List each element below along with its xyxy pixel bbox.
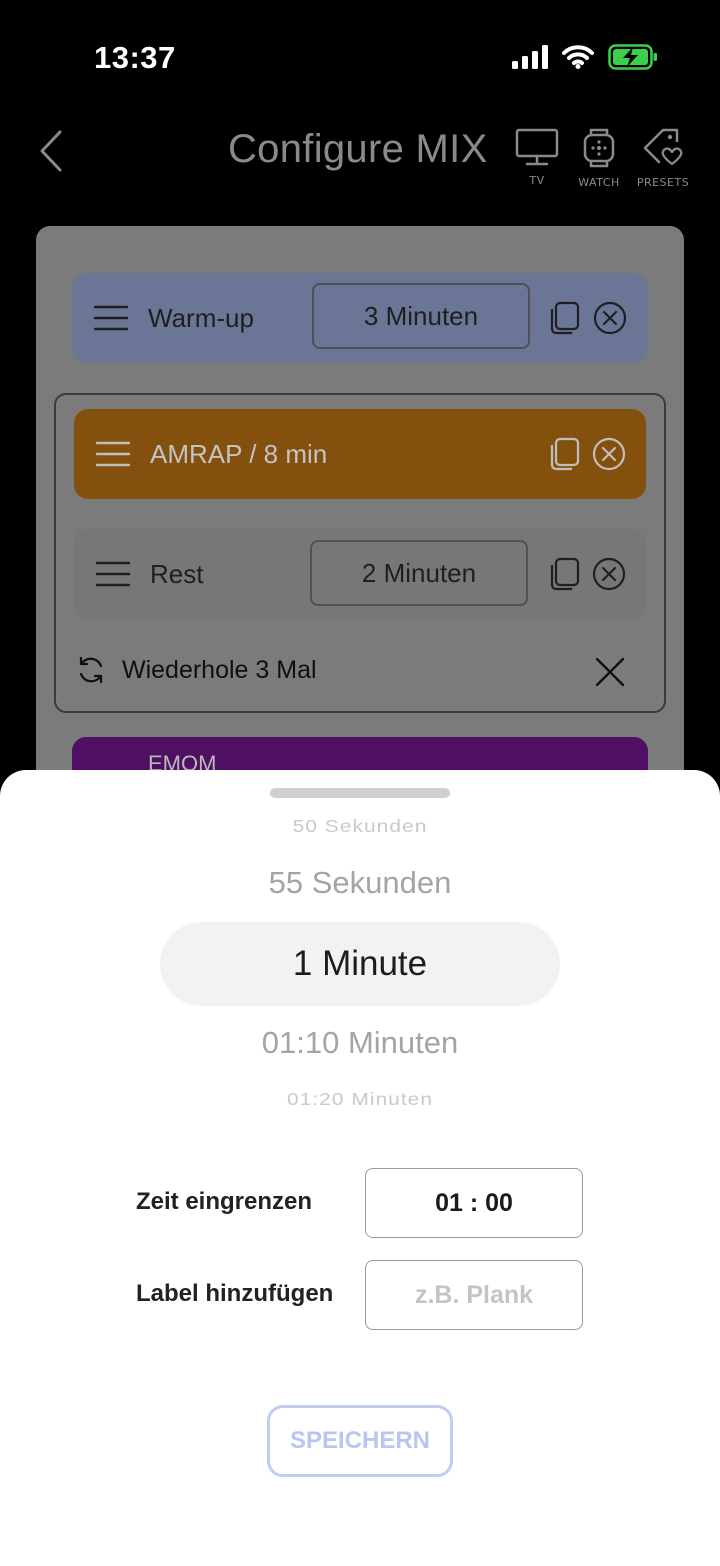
block-label: AMRAP / 8 min: [150, 438, 328, 469]
status-icons: [512, 44, 658, 70]
picker-item[interactable]: 50 Sekunden: [0, 817, 720, 837]
repeat-icon: [79, 656, 103, 684]
watch-button[interactable]: WATCH: [574, 128, 624, 189]
copy-icon[interactable]: [548, 557, 582, 591]
duration-field[interactable]: 3 Minuten: [312, 283, 530, 349]
battery-charging-icon: [608, 44, 657, 70]
presets-label: PRESETS: [636, 176, 690, 189]
watch-icon: [583, 128, 615, 168]
copy-icon[interactable]: [548, 437, 582, 471]
time-limit-label: Zeit eingrenzen: [136, 1188, 313, 1215]
tv-label: TV: [529, 174, 545, 187]
save-button[interactable]: SPEICHERN: [267, 1405, 453, 1477]
picker-item[interactable]: 01:10 Minuten: [0, 1025, 720, 1061]
block-label: Rest: [150, 558, 204, 589]
presets-button[interactable]: PRESETS: [636, 128, 690, 189]
picker-item-selected[interactable]: 1 Minute: [0, 944, 720, 984]
back-button[interactable]: [36, 128, 66, 174]
watch-label: WATCH: [578, 176, 620, 189]
picker-item[interactable]: 55 Sekunden: [0, 865, 720, 901]
drag-handle-icon[interactable]: [96, 561, 130, 587]
block-row-amrap[interactable]: AMRAP / 8 min: [74, 409, 646, 499]
remove-icon[interactable]: [592, 557, 626, 591]
tv-button[interactable]: TV: [512, 128, 562, 187]
block-row-rest[interactable]: Rest 2 Minuten: [74, 529, 646, 619]
sheet-grabber[interactable]: [270, 788, 450, 798]
copy-icon[interactable]: [548, 301, 582, 335]
drag-handle-icon[interactable]: [94, 305, 128, 331]
close-icon[interactable]: [594, 656, 626, 688]
block-row-warmup[interactable]: Warm-up 3 Minuten: [72, 273, 648, 363]
block-label: Warm-up: [148, 302, 254, 333]
remove-icon[interactable]: [593, 301, 627, 335]
wifi-icon: [562, 45, 594, 69]
label-input[interactable]: z.B. Plank: [365, 1260, 583, 1330]
repeat-label: Wiederhole 3 Mal: [122, 655, 317, 684]
remove-icon[interactable]: [592, 437, 626, 471]
page-title: Configure MIX: [228, 127, 488, 171]
status-time: 13:37: [94, 40, 176, 75]
add-label-label: Label hinzufügen: [136, 1280, 334, 1307]
repeat-row[interactable]: Wiederhole 3 Mal: [76, 655, 317, 685]
signal-icon: [512, 45, 548, 69]
drag-handle-icon[interactable]: [96, 441, 130, 467]
duration-field[interactable]: 2 Minuten: [310, 540, 528, 606]
tv-icon: [515, 128, 559, 166]
tag-heart-icon: [643, 128, 683, 166]
picker-item[interactable]: 01:20 Minuten: [0, 1090, 720, 1110]
time-limit-field[interactable]: 01 : 00: [365, 1168, 583, 1238]
